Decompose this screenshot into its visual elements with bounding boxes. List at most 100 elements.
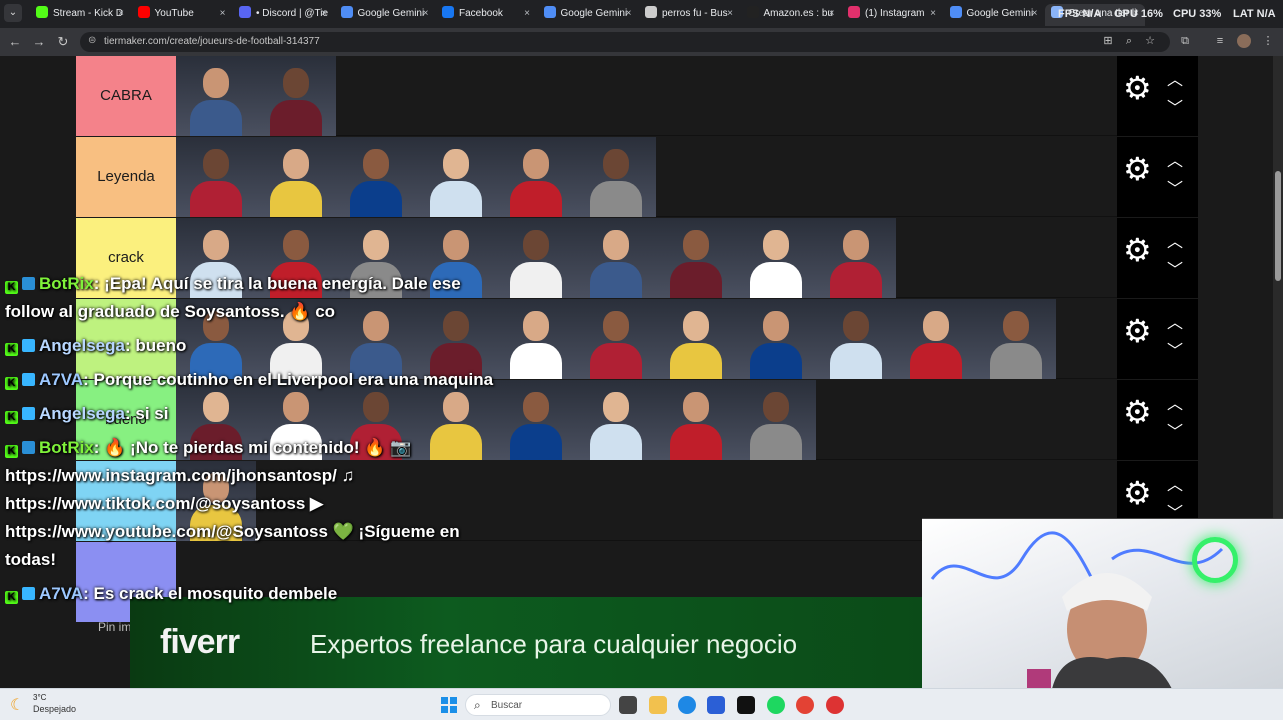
player-image[interactable] xyxy=(576,299,656,379)
player-image[interactable] xyxy=(816,299,896,379)
chevron-up-icon[interactable]: ︿ xyxy=(1167,66,1183,90)
tab-close-icon[interactable]: × xyxy=(118,4,124,24)
player-image[interactable] xyxy=(576,137,656,217)
player-image[interactable] xyxy=(816,218,896,298)
store-icon[interactable] xyxy=(707,696,725,714)
browser-tab[interactable]: Google Gemini × xyxy=(944,4,1044,26)
gear-icon[interactable]: ⚙ xyxy=(1123,72,1152,104)
tab-close-icon[interactable]: × xyxy=(930,4,936,24)
ad-banner[interactable]: fiverr Expertos freelance para cualquier… xyxy=(130,597,922,688)
player-image[interactable] xyxy=(336,137,416,217)
player-image[interactable] xyxy=(256,56,336,136)
chevron-up-icon[interactable]: ︿ xyxy=(1167,471,1183,495)
player-image[interactable] xyxy=(656,380,736,460)
player-image[interactable] xyxy=(496,299,576,379)
chevron-down-icon[interactable]: ︿ xyxy=(1167,96,1183,120)
weather-desc[interactable]: Despejado xyxy=(33,704,76,714)
chevron-up-icon[interactable]: ︿ xyxy=(1167,228,1183,252)
player-image[interactable] xyxy=(256,137,336,217)
chevron-up-icon[interactable]: ︿ xyxy=(1167,309,1183,333)
player-image[interactable] xyxy=(976,299,1056,379)
reload-icon[interactable]: ↻ xyxy=(54,33,72,51)
back-icon[interactable]: ← xyxy=(6,33,24,51)
tab-search-icon[interactable]: ⌄ xyxy=(4,4,22,22)
browser-tab[interactable]: Google Gemini × xyxy=(538,4,638,26)
taskbar-search[interactable]: ⌕ Buscar xyxy=(465,694,611,716)
player-image[interactable] xyxy=(576,380,656,460)
edge-browser-icon[interactable] xyxy=(678,696,696,714)
player-image[interactable] xyxy=(496,380,576,460)
player-jersey xyxy=(510,343,562,379)
player-image[interactable] xyxy=(736,218,816,298)
browser-tab[interactable]: Amazon.es : bu × xyxy=(741,4,841,26)
hud-lat: LAT N/A xyxy=(1233,8,1276,20)
profile-avatar[interactable] xyxy=(1237,34,1251,48)
url-text[interactable]: tiermaker.com/create/joueurs-de-football… xyxy=(104,36,320,47)
site-info-icon[interactable]: ⊜ xyxy=(88,35,96,46)
extensions-icon[interactable]: ⧉ xyxy=(1178,34,1192,48)
file-explorer-icon[interactable] xyxy=(649,696,667,714)
browser-tab[interactable]: Facebook × xyxy=(436,4,536,26)
gear-icon[interactable]: ⚙ xyxy=(1123,153,1152,185)
address-bar[interactable]: ⊜ tiermaker.com/create/joueurs-de-footba… xyxy=(80,32,1170,52)
player-image[interactable] xyxy=(656,299,736,379)
chat-username[interactable]: A7VA xyxy=(39,370,83,389)
tier-label[interactable]: Leyenda xyxy=(76,137,176,217)
bookmark-star-icon[interactable]: ☆ xyxy=(1143,34,1157,48)
tab-close-icon[interactable]: × xyxy=(626,4,632,24)
chevron-up-icon[interactable]: ︿ xyxy=(1167,390,1183,414)
tier-label[interactable]: CABRA xyxy=(76,56,176,136)
player-image[interactable] xyxy=(736,380,816,460)
chat-username[interactable]: Angelsega xyxy=(39,404,125,423)
player-image[interactable] xyxy=(496,218,576,298)
chat-username[interactable]: BotRix xyxy=(39,438,94,457)
player-image[interactable] xyxy=(896,299,976,379)
chevron-down-icon[interactable]: ︿ xyxy=(1167,177,1183,201)
browser-tab[interactable]: Google Gemini × xyxy=(335,4,435,26)
player-image[interactable] xyxy=(496,137,576,217)
chat-username[interactable]: A7VA xyxy=(39,584,83,603)
chat-username[interactable]: Angelsega xyxy=(39,336,125,355)
chevron-down-icon[interactable]: ︿ xyxy=(1167,258,1183,282)
tab-close-icon[interactable]: × xyxy=(220,4,226,24)
chevron-down-icon[interactable]: ︿ xyxy=(1167,420,1183,444)
player-image[interactable] xyxy=(656,218,736,298)
tab-close-icon[interactable]: × xyxy=(423,4,429,24)
tab-close-icon[interactable]: × xyxy=(1032,4,1038,24)
player-image[interactable] xyxy=(176,137,256,217)
gear-icon[interactable]: ⚙ xyxy=(1123,477,1152,509)
translate-icon[interactable]: ⊞ xyxy=(1101,34,1115,48)
spotify-icon[interactable] xyxy=(767,696,785,714)
weather-temp[interactable]: 3°C xyxy=(33,693,46,702)
forward-icon[interactable]: → xyxy=(30,33,48,51)
browser-tab[interactable]: YouTube × xyxy=(132,4,232,26)
task-view-icon[interactable] xyxy=(619,696,637,714)
browser-tab[interactable]: • Discord | @Tie × xyxy=(233,4,333,26)
moon-weather-icon[interactable]: ☾ xyxy=(10,695,24,715)
player-image[interactable] xyxy=(736,299,816,379)
menu-icon[interactable]: ⋮ xyxy=(1261,34,1275,48)
zoom-icon[interactable]: ⌕ xyxy=(1122,34,1136,48)
scroll-thumb[interactable] xyxy=(1275,171,1281,281)
player-image[interactable] xyxy=(176,56,256,136)
chrome-icon[interactable] xyxy=(796,696,814,714)
gear-icon[interactable]: ⚙ xyxy=(1123,396,1152,428)
tab-close-icon[interactable]: × xyxy=(524,4,530,24)
chat-username[interactable]: BotRix xyxy=(39,274,94,293)
windows-start-icon[interactable] xyxy=(441,697,457,713)
chevron-up-icon[interactable]: ︿ xyxy=(1167,147,1183,171)
obs-icon[interactable] xyxy=(826,696,844,714)
tab-close-icon[interactable]: × xyxy=(321,4,327,24)
player-image[interactable] xyxy=(576,218,656,298)
browser-tab[interactable]: Stream - Kick D × xyxy=(30,4,130,26)
chevron-down-icon[interactable]: ︿ xyxy=(1167,339,1183,363)
tab-close-icon[interactable]: × xyxy=(829,4,835,24)
gear-icon[interactable]: ⚙ xyxy=(1123,315,1152,347)
media-icon[interactable]: ≡ xyxy=(1213,34,1227,48)
y-app-icon[interactable] xyxy=(737,696,755,714)
browser-tab[interactable]: perros fu - Bus × xyxy=(639,4,739,26)
browser-tab[interactable]: (1) Instagram × xyxy=(842,4,942,26)
tab-close-icon[interactable]: × xyxy=(727,4,733,24)
player-image[interactable] xyxy=(416,137,496,217)
gear-icon[interactable]: ⚙ xyxy=(1123,234,1152,266)
